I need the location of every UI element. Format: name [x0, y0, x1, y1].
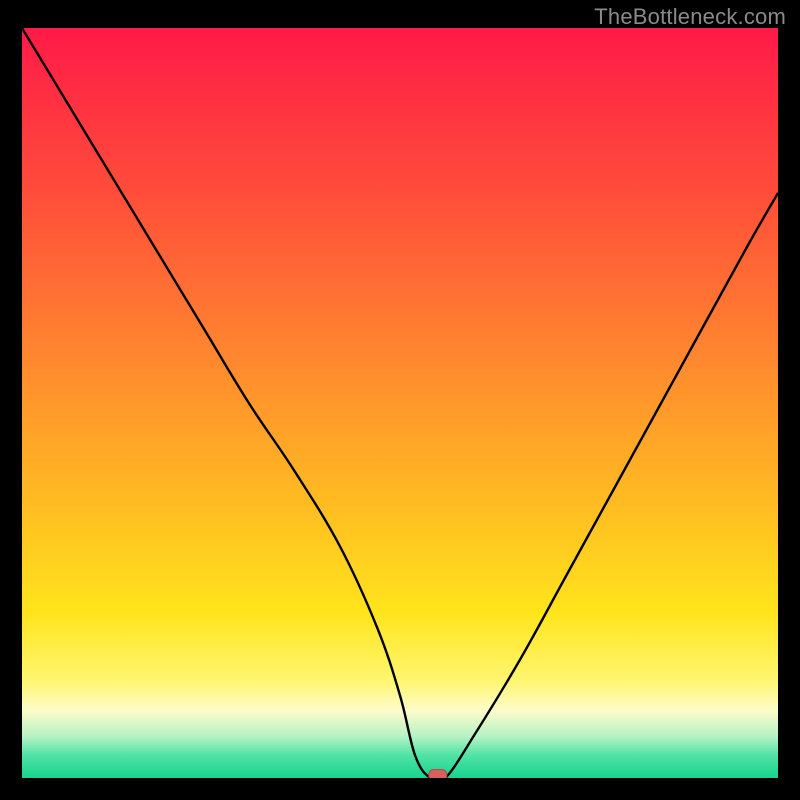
chart-plot-area — [22, 28, 778, 778]
chart-frame: TheBottleneck.com — [0, 0, 800, 800]
optimal-marker-icon — [429, 770, 447, 779]
gradient-background — [22, 28, 778, 778]
watermark-text: TheBottleneck.com — [594, 4, 786, 30]
chart-svg — [22, 28, 778, 778]
